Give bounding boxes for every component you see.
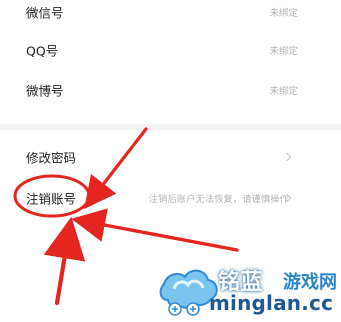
security-settings-card: 修改密码 注销账号 注销后账户无法恢复，请谨慎操作 bbox=[0, 130, 341, 322]
delete-account-row[interactable]: 注销账号 注销后账户无法恢复，请谨慎操作 bbox=[0, 180, 341, 216]
delete-account-warning: 注销后账户无法恢复，请谨慎操作 bbox=[148, 194, 289, 205]
wechat-binding-row[interactable]: 微信号 未绑定 bbox=[0, 0, 341, 30]
weibo-binding-label: 微博号 bbox=[26, 83, 64, 99]
weibo-binding-row[interactable]: 微博号 未绑定 bbox=[0, 72, 341, 108]
change-password-label: 修改密码 bbox=[26, 150, 77, 166]
wechat-binding-status: 未绑定 bbox=[269, 8, 298, 19]
account-security-screen: 微信号 未绑定 QQ号 未绑定 微博号 未绑定 修改密码 注销账号 注销后账户无… bbox=[0, 0, 341, 322]
change-password-row[interactable]: 修改密码 bbox=[0, 139, 341, 175]
wechat-binding-label: 微信号 bbox=[26, 5, 64, 21]
delete-account-label: 注销账号 bbox=[26, 191, 77, 207]
chevron-right-icon bbox=[282, 152, 292, 162]
qq-binding-label: QQ号 bbox=[26, 43, 59, 59]
qq-binding-row[interactable]: QQ号 未绑定 bbox=[0, 32, 341, 68]
account-binding-card: 微信号 未绑定 QQ号 未绑定 微博号 未绑定 bbox=[0, 0, 341, 124]
weibo-binding-status: 未绑定 bbox=[269, 86, 298, 97]
qq-binding-status: 未绑定 bbox=[269, 46, 298, 57]
